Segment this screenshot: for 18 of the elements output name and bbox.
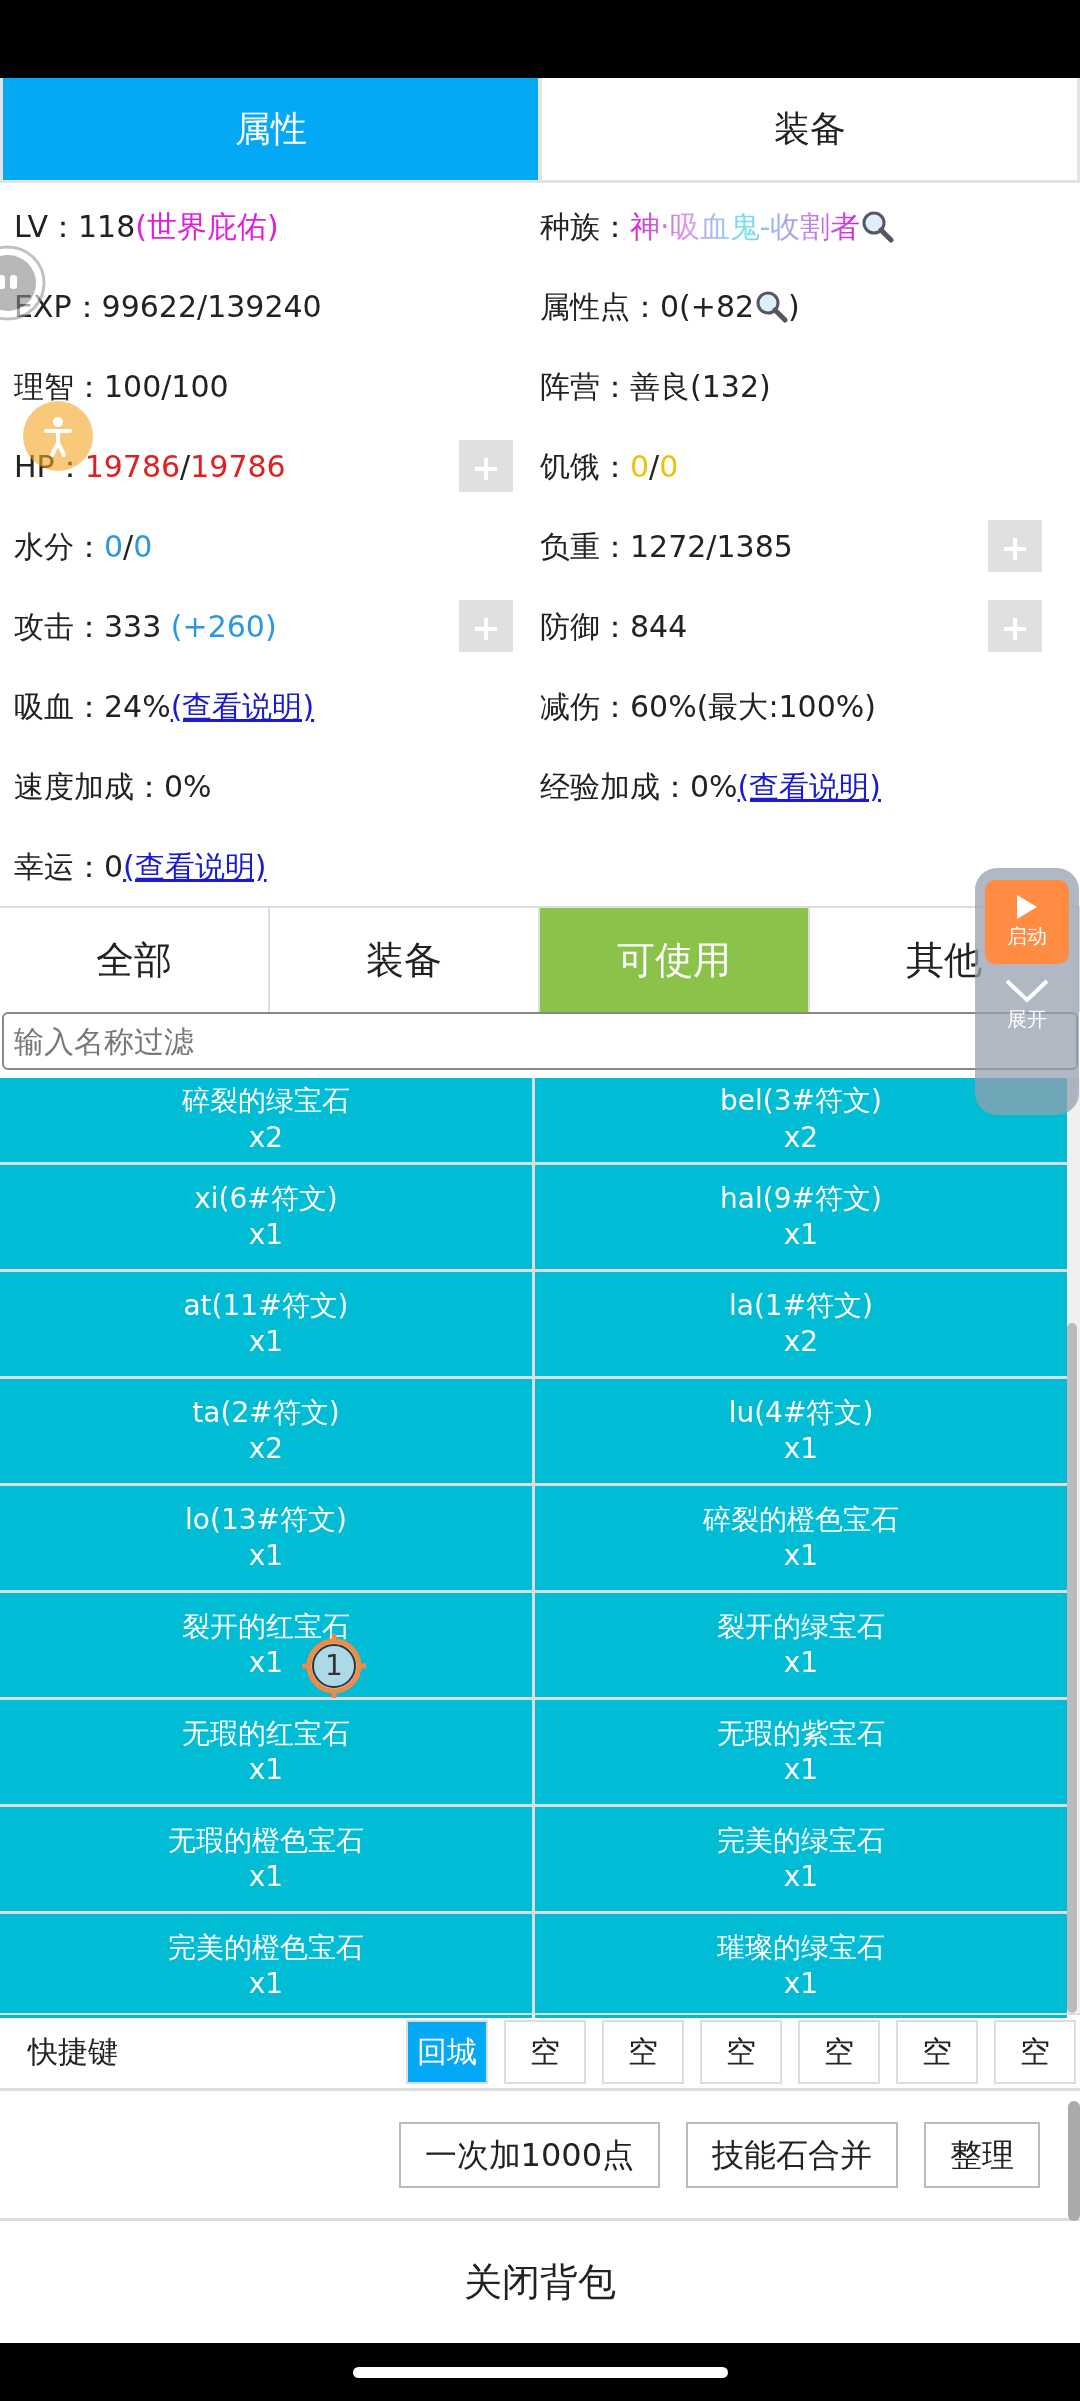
stat-text: 理智：100/100 [14,367,229,406]
stat-text: 水分：0/0 [14,527,153,566]
stat-text: HP：19786/19786 [14,447,286,486]
stat-text: 幸运：0(查看说明) [14,847,267,886]
shortcut-label: 快捷键 [28,2033,118,2071]
stat-text: 属性点：0(+82 ) [540,287,800,326]
stat-text: LV：118(世界庇佑) [14,207,279,246]
stat-text: 速度加成：0% [14,767,212,806]
stat-text: 攻击：333 (+260) [14,607,277,646]
stat-text: 减伤：60%(最大:100%) [540,687,876,726]
stat-text: 饥饿：0/0 [540,447,679,486]
stat-text: 负重：1272/1385 [540,527,793,566]
stat-text: 阵营：善良(132) [540,367,771,406]
stat-text: 经验加成：0%(查看说明) [540,767,881,806]
stat-text: 防御：844 [540,607,688,646]
stat-text: 吸血：24%(查看说明) [14,687,315,726]
touch-marker-label: 1 [324,1648,344,1684]
stat-text: EXP：99622/139240 [14,287,322,326]
